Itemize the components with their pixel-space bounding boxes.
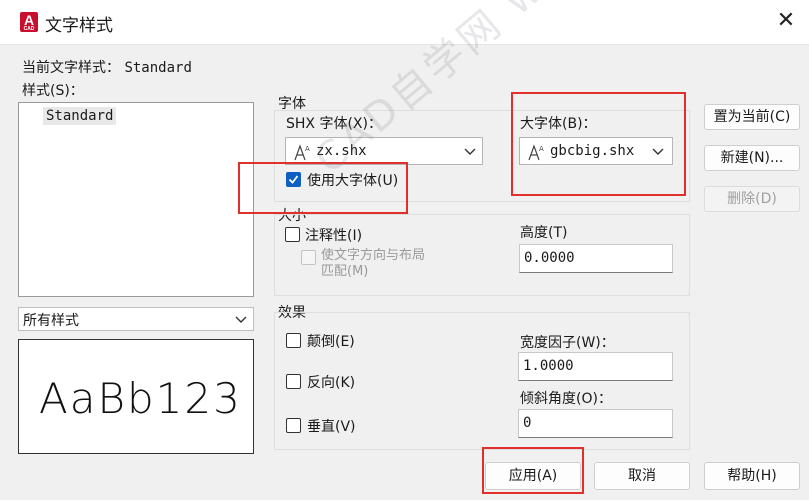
styles-filter-dropdown[interactable]: 所有样式 <box>18 307 254 331</box>
upside-down-label[interactable]: 颠倒(E) <box>307 331 355 351</box>
bigfont-label: 大字体(B)： <box>520 116 597 132</box>
height-label: 高度(T) <box>520 225 568 241</box>
use-bigfont-label[interactable]: 使用大字体(U) <box>307 170 398 190</box>
shx-font-icon: A <box>294 144 310 161</box>
cancel-button[interactable]: 取消 <box>594 462 690 490</box>
chevron-down-icon <box>652 148 664 155</box>
height-input[interactable]: 0.0000 <box>519 244 673 273</box>
bigfont-dropdown[interactable]: A gbcbig.shx <box>519 137 673 165</box>
annotative-checkbox[interactable] <box>285 227 300 242</box>
text-style-dialog: A CAD 文字样式 ✕ 当前文字样式： Standard 样式(S)： Sta… <box>0 0 809 500</box>
current-style-value: Standard <box>124 60 192 76</box>
close-icon[interactable]: ✕ <box>773 8 799 34</box>
width-factor-input[interactable]: 1.0000 <box>518 352 673 381</box>
styles-filter-value: 所有样式 <box>23 313 79 329</box>
styles-label: 样式(S)： <box>22 83 84 99</box>
set-current-button[interactable]: 置为当前(C) <box>704 104 800 130</box>
match-layout-checkbox[interactable] <box>301 250 316 265</box>
title-bar: A CAD 文字样式 ✕ <box>0 0 809 45</box>
oblique-angle-label: 倾斜角度(O)： <box>520 391 612 407</box>
checkmark-icon <box>288 175 299 184</box>
style-list-item[interactable]: Standard <box>43 107 117 125</box>
bigfont-value: gbcbig.shx <box>550 143 635 159</box>
shx-font-value: zx.shx <box>316 143 367 159</box>
width-factor-label: 宽度因子(W)： <box>520 335 615 351</box>
window-title: 文字样式 <box>45 16 113 36</box>
help-button[interactable]: 帮助(H) <box>704 462 800 490</box>
match-layout-label: 使文字方向与布局 匹配(M) <box>321 248 425 280</box>
shx-font-dropdown[interactable]: A zx.shx <box>285 137 483 165</box>
style-preview: AaBb123 <box>18 339 254 454</box>
match-layout-label-line2: 匹配(M) <box>321 264 369 279</box>
app-icon-sub: CAD <box>23 26 35 32</box>
delete-style-button[interactable]: 删除(D) <box>704 186 800 212</box>
oblique-angle-input[interactable]: 0 <box>518 409 673 438</box>
svg-text:A: A <box>305 145 310 153</box>
chevron-down-icon <box>235 316 247 323</box>
current-style-label: 当前文字样式： <box>22 60 120 76</box>
new-style-button[interactable]: 新建(N)... <box>704 145 800 171</box>
chevron-down-icon <box>464 148 476 155</box>
backwards-label[interactable]: 反向(K) <box>307 372 355 392</box>
backwards-checkbox[interactable] <box>286 374 301 389</box>
current-style-row: 当前文字样式： Standard <box>22 57 192 77</box>
svg-text:A: A <box>539 145 544 153</box>
styles-list[interactable]: Standard <box>18 102 254 297</box>
apply-button[interactable]: 应用(A) <box>485 462 581 490</box>
upside-down-checkbox[interactable] <box>286 333 301 348</box>
vertical-label[interactable]: 垂直(V) <box>307 416 356 436</box>
autocad-app-icon: A CAD <box>20 12 38 32</box>
preview-text: AaBb123 <box>39 374 242 423</box>
vertical-checkbox[interactable] <box>286 418 301 433</box>
bigfont-icon: A <box>528 144 544 161</box>
shx-font-label: SHX 字体(X)： <box>286 116 382 132</box>
annotative-label[interactable]: 注释性(I) <box>305 225 362 245</box>
use-bigfont-checkbox[interactable] <box>286 172 301 187</box>
match-layout-label-line1: 使文字方向与布局 <box>321 248 426 263</box>
